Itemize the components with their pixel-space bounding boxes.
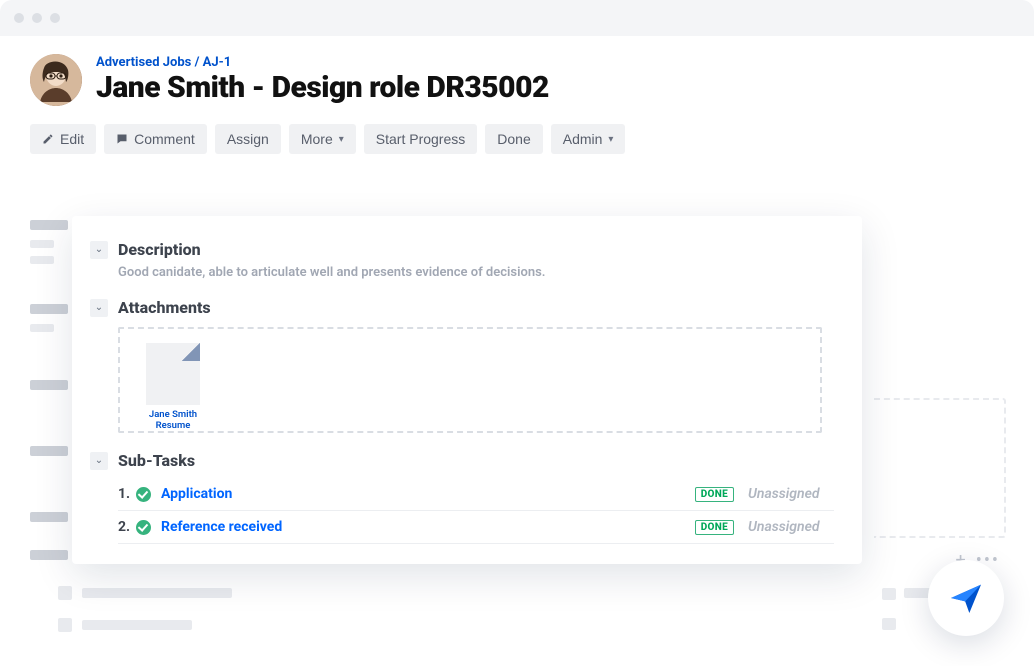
check-icon (136, 520, 151, 535)
subtask-number: 1. (118, 486, 136, 502)
description-section: ⌄ Description Good canidate, able to art… (90, 240, 834, 280)
collapse-toggle[interactable]: ⌄ (90, 452, 108, 470)
skeleton (82, 620, 192, 630)
app-launcher-badge[interactable] (928, 560, 1004, 636)
done-button[interactable]: Done (485, 124, 542, 154)
attachment-dropzone[interactable]: Jane Smith Resume (118, 327, 822, 433)
subtask-link[interactable]: Application (161, 486, 232, 502)
collapse-toggle[interactable]: ⌄ (90, 241, 108, 259)
skeleton (882, 588, 896, 600)
status-badge: DONE (695, 520, 734, 535)
document-icon (146, 343, 200, 405)
skeleton (30, 220, 68, 230)
chevron-down-icon: ⌄ (95, 244, 103, 255)
assignee-label: Unassigned (748, 519, 834, 535)
status-badge: DONE (695, 487, 734, 502)
window-minimize-icon[interactable] (32, 13, 42, 23)
skeleton (882, 618, 896, 630)
skeleton (58, 618, 72, 632)
section-title: Description (118, 240, 201, 259)
admin-button[interactable]: Admin▾ (551, 124, 626, 154)
issue-view: Advertised Jobs / AJ-1 Jane Smith - Desi… (0, 36, 1034, 656)
action-toolbar: Edit Comment Assign More▾ Start Progress… (30, 124, 1004, 154)
section-title: Attachments (118, 298, 211, 317)
collapse-toggle[interactable]: ⌄ (90, 299, 108, 317)
edit-button[interactable]: Edit (30, 124, 96, 154)
more-button[interactable]: More▾ (289, 124, 356, 154)
subtask-row[interactable]: 2. Reference received DONE Unassigned (118, 511, 834, 544)
chevron-down-icon: ▾ (608, 134, 613, 145)
skeleton (30, 304, 68, 314)
assignee-label: Unassigned (748, 486, 834, 502)
skeleton (30, 324, 54, 332)
skeleton (30, 256, 54, 264)
description-body: Good canidate, able to articulate well a… (118, 265, 834, 280)
section-title: Sub-Tasks (118, 451, 195, 470)
comment-icon (116, 133, 128, 145)
skeleton (30, 380, 68, 390)
issue-detail-card: ⌄ Description Good canidate, able to art… (72, 216, 862, 564)
window-maximize-icon[interactable] (50, 13, 60, 23)
subtask-number: 2. (118, 519, 136, 535)
check-icon (136, 487, 151, 502)
attachment-file[interactable]: Jane Smith Resume (134, 343, 212, 431)
attachments-section: ⌄ Attachments Jane Smith Resume (90, 298, 834, 433)
skeleton (30, 240, 54, 248)
placeholder-region (874, 398, 1006, 538)
comment-button[interactable]: Comment (104, 124, 207, 154)
window-chrome (0, 0, 1034, 36)
chevron-down-icon: ⌄ (95, 455, 103, 466)
start-progress-button[interactable]: Start Progress (364, 124, 477, 154)
subtasks-section: ⌄ Sub-Tasks 1. Application DONE Unassign… (90, 451, 834, 544)
skeleton (30, 446, 68, 456)
page-title: Jane Smith - Design role DR35002 (96, 70, 549, 105)
paper-plane-icon (946, 578, 986, 618)
skeleton (30, 550, 68, 560)
issue-header: Advertised Jobs / AJ-1 Jane Smith - Desi… (30, 54, 1004, 106)
pencil-icon (42, 133, 54, 145)
chevron-down-icon: ⌄ (95, 302, 103, 313)
avatar[interactable] (30, 54, 82, 106)
chevron-down-icon: ▾ (339, 134, 344, 145)
skeleton (58, 586, 72, 600)
skeleton (82, 588, 232, 598)
window-close-icon[interactable] (14, 13, 24, 23)
skeleton (30, 512, 68, 522)
breadcrumb[interactable]: Advertised Jobs / AJ-1 (96, 55, 549, 70)
subtask-link[interactable]: Reference received (161, 519, 282, 535)
attachment-file-label: Jane Smith Resume (134, 409, 212, 431)
assign-button[interactable]: Assign (215, 124, 281, 154)
subtask-row[interactable]: 1. Application DONE Unassigned (118, 478, 834, 511)
